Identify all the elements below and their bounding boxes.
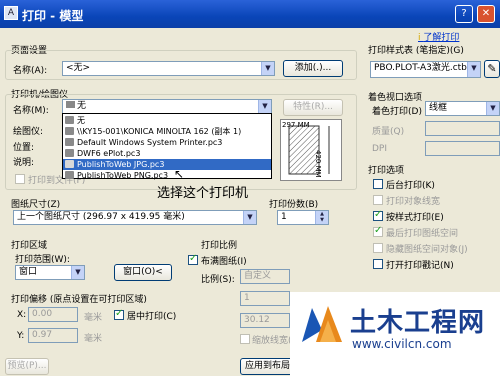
plot-scale-group-label: 打印比例	[201, 241, 238, 251]
offset-y-input[interactable]: 0.97	[28, 328, 78, 343]
watermark: 土木工程网 www.civilcn.com	[290, 292, 500, 376]
plot-with-styles-checkbox[interactable]	[373, 209, 383, 221]
chevron-down-icon: ▼	[71, 266, 84, 279]
scale-value-2[interactable]: 30.12	[240, 313, 290, 328]
location-label: 位置:	[13, 143, 35, 153]
hide-paperspace-objects-checkbox[interactable]	[373, 243, 383, 253]
printer-icon	[65, 116, 74, 124]
plot-offset-group-label: 打印偏移 (原点设置在可打印区域)	[11, 295, 147, 305]
list-item[interactable]: PublishToWeb PNG.pc3	[63, 170, 271, 181]
printer-icon	[66, 101, 75, 108]
brand-logo-icon	[302, 306, 342, 342]
plot-stamp-label: 打开打印戳记(N)	[386, 261, 454, 271]
shade-plot-label: 着色打印(D)	[372, 107, 422, 117]
brand-name: 土木工程网	[350, 308, 486, 338]
plot-range-select[interactable]: 窗口 ▼	[15, 265, 85, 280]
close-icon[interactable]: ✕	[477, 5, 495, 23]
list-item[interactable]: 无	[63, 115, 271, 126]
fit-to-paper-label: 布满图纸(I)	[201, 257, 247, 267]
list-item-selected[interactable]: PublishToWeb JPG.pc3	[63, 159, 271, 170]
paper-size-select[interactable]: 上一个图纸尺寸 (296.97 x 419.95 毫米) ▼	[13, 210, 257, 225]
preview-height-label: 420 MM	[314, 150, 322, 178]
offset-x-unit: 毫米	[84, 313, 103, 323]
dpi-input[interactable]	[425, 141, 500, 156]
app-icon: A	[4, 6, 18, 20]
print-to-file-checkbox[interactable]	[15, 174, 25, 184]
plot-with-styles-label: 按样式打印(E)	[386, 213, 444, 223]
fit-to-paper-checkbox[interactable]	[188, 253, 198, 265]
scale-lineweights-checkbox[interactable]	[240, 334, 250, 344]
quality-select[interactable]	[425, 121, 500, 136]
help-link[interactable]: i 了解打印	[418, 30, 459, 43]
plot-lineweights-label: 打印对象线宽	[386, 197, 441, 207]
copies-input[interactable]: 1 ▲ ▼	[277, 210, 329, 225]
plot-paperspace-last-label: 最后打印图纸空间	[386, 229, 459, 239]
scale-value-1[interactable]: 1	[240, 291, 290, 306]
printer-icon	[65, 160, 74, 168]
spinner-icon[interactable]: ▲ ▼	[315, 211, 328, 224]
window-title: 打印 - 模型	[22, 9, 84, 23]
plot-area-group-label: 打印区域	[11, 241, 48, 251]
title-bar: A 打印 - 模型 ? ✕	[0, 0, 500, 28]
properties-button[interactable]: 特性(R)...	[283, 99, 343, 116]
chevron-down-icon: ▼	[467, 62, 480, 77]
mouse-cursor-icon: ↖	[174, 167, 185, 181]
paper-size-group-label: 图纸尺寸(Z)	[11, 200, 61, 210]
chevron-down-icon: ▼	[261, 62, 274, 75]
scale-label: 比例(S):	[201, 275, 235, 285]
page-setup-select[interactable]: <无> ▼	[62, 61, 275, 76]
add-page-setup-button[interactable]: 添加(.)...	[283, 60, 343, 77]
window-pick-button[interactable]: 窗口(O)<	[114, 264, 172, 281]
list-item[interactable]: DWF6 ePlot.pc3	[63, 148, 271, 159]
copies-group-label: 打印份数(B)	[269, 200, 319, 210]
printer-icon	[65, 138, 74, 146]
plot-options-group-label: 打印选项	[368, 166, 405, 176]
quality-label: 质量(Q)	[372, 127, 405, 137]
hide-paperspace-objects-label: 隐藏图纸空间对象(J)	[386, 245, 468, 255]
style-table-select[interactable]: PBO.PLOT-A3激光.ctb ▼	[370, 61, 481, 78]
plot-paperspace-last-checkbox[interactable]	[373, 225, 383, 237]
printer-icon	[65, 127, 74, 135]
plot-range-label: 打印范围(W):	[15, 255, 70, 265]
offset-y-unit: 毫米	[84, 334, 103, 344]
preview-width-label: 297 MM	[282, 121, 310, 129]
apply-to-layout-button[interactable]: 应用到布局	[240, 358, 295, 375]
printer-name-label: 名称(M):	[13, 106, 49, 116]
background-plot-label: 后台打印(K)	[386, 181, 435, 191]
offset-x-label: X:	[17, 310, 27, 320]
list-item[interactable]: Default Windows System Printer.pc3	[63, 137, 271, 148]
printer-select[interactable]: 无 ▼	[62, 99, 272, 114]
chevron-down-icon: ▼	[243, 211, 256, 224]
paper-hatch-icon	[288, 125, 330, 175]
dpi-label: DPI	[372, 144, 388, 154]
printer-icon	[65, 171, 74, 179]
help-title-button[interactable]: ?	[455, 5, 473, 23]
scale-select[interactable]: 自定义	[240, 269, 290, 284]
shade-plot-select[interactable]: 线框 ▼	[425, 101, 500, 116]
plot-stamp-checkbox[interactable]	[373, 259, 383, 269]
description-label: 说明:	[13, 158, 35, 168]
printer-dropdown-list[interactable]: 无 \\KY15-001\KONICA MINOLTA 162 (副本 1) D…	[62, 113, 272, 181]
background-plot-checkbox[interactable]	[373, 179, 383, 189]
printer-icon	[65, 149, 74, 157]
edit-style-table-icon[interactable]: ✎	[484, 60, 500, 78]
chevron-down-icon: ▼	[258, 100, 271, 113]
offset-y-label: Y:	[17, 331, 25, 341]
style-table-group-label: 打印样式表 (笔指定)(G)	[368, 46, 464, 56]
list-item[interactable]: \\KY15-001\KONICA MINOLTA 162 (副本 1)	[63, 126, 271, 137]
page-setup-name-label: 名称(A):	[13, 66, 48, 76]
offset-x-input[interactable]: 0.00	[28, 307, 78, 322]
shaded-group-label: 着色视口选项	[368, 93, 423, 103]
brand-url: www.civilcn.com	[352, 337, 452, 351]
plotter-label: 绘图仪:	[13, 127, 44, 137]
annotation-text: 选择这个打印机	[157, 186, 249, 201]
plot-lineweights-checkbox[interactable]	[373, 195, 383, 205]
center-plot-label: 居中打印(C)	[127, 312, 177, 322]
chevron-down-icon: ▼	[486, 102, 499, 115]
center-plot-checkbox[interactable]	[114, 308, 124, 320]
preview-button[interactable]: 预览(P)...	[5, 358, 49, 375]
